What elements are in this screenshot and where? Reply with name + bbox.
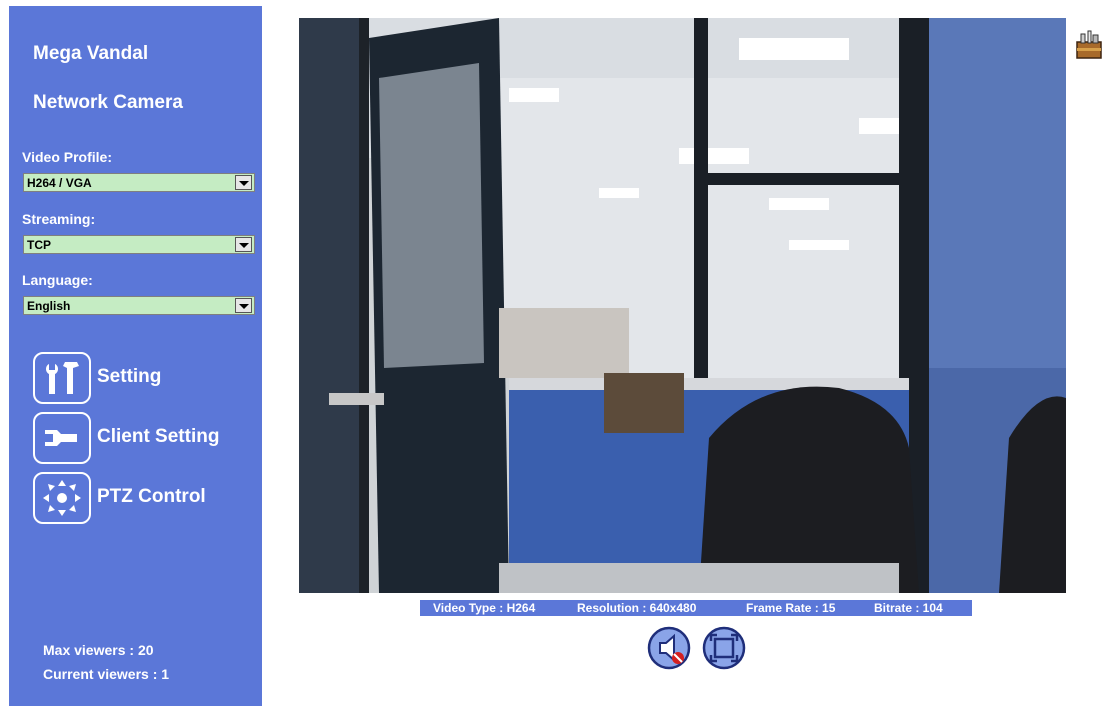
fullscreen-icon[interactable]: [702, 626, 746, 670]
streaming-select[interactable]: TCP: [23, 235, 255, 254]
video-type-status: Video Type : H264: [433, 601, 536, 615]
bitrate-status: Bitrate : 104: [874, 601, 943, 615]
chevron-down-icon[interactable]: [235, 237, 252, 252]
menu-ptz-control-label[interactable]: PTZ Control: [97, 486, 206, 508]
video-profile-label: Video Profile:: [22, 149, 112, 165]
menu-client-setting[interactable]: Client Setting: [33, 412, 263, 470]
audio-button[interactable]: [647, 626, 691, 670]
language-value: English: [27, 299, 71, 313]
video-profile-select[interactable]: H264 / VGA: [23, 173, 255, 192]
brand-title: Mega Vandal: [33, 43, 149, 64]
video-profile-value: H264 / VGA: [27, 176, 92, 190]
chevron-down-icon[interactable]: [235, 175, 252, 190]
video-stream[interactable]: [299, 18, 1066, 593]
wrench-icon[interactable]: [33, 412, 91, 464]
frame-rate-status: Frame Rate : 15: [746, 601, 836, 615]
menu-setting-label[interactable]: Setting: [97, 366, 161, 388]
menu-ptz-control[interactable]: PTZ Control: [33, 472, 263, 530]
menu-client-setting-label[interactable]: Client Setting: [97, 426, 219, 448]
resolution-status: Resolution : 640x480: [577, 601, 697, 615]
language-select[interactable]: English: [23, 296, 255, 315]
current-viewers: Current viewers : 1: [43, 666, 170, 682]
fullscreen-button[interactable]: [702, 626, 746, 670]
max-viewers: Max viewers : 20: [43, 642, 154, 658]
streaming-label: Streaming:: [22, 211, 96, 227]
language-label: Language:: [22, 272, 93, 288]
video-frame-image: [299, 18, 1066, 593]
brand-subtitle: Network Camera: [33, 92, 183, 113]
sidebar: Mega Vandal Network Camera Video Profile…: [9, 6, 262, 706]
stream-status-bar: Video Type : H264 Resolution : 640x480 F…: [420, 600, 972, 616]
toolbox-button[interactable]: [1075, 28, 1103, 62]
chevron-down-icon[interactable]: [235, 298, 252, 313]
tools-icon[interactable]: [33, 352, 91, 404]
ptz-arrows-icon[interactable]: [33, 472, 91, 524]
menu-setting[interactable]: Setting: [33, 352, 263, 410]
toolbox-icon[interactable]: [1075, 28, 1103, 62]
speaker-muted-icon[interactable]: [647, 626, 691, 670]
streaming-value: TCP: [27, 238, 51, 252]
